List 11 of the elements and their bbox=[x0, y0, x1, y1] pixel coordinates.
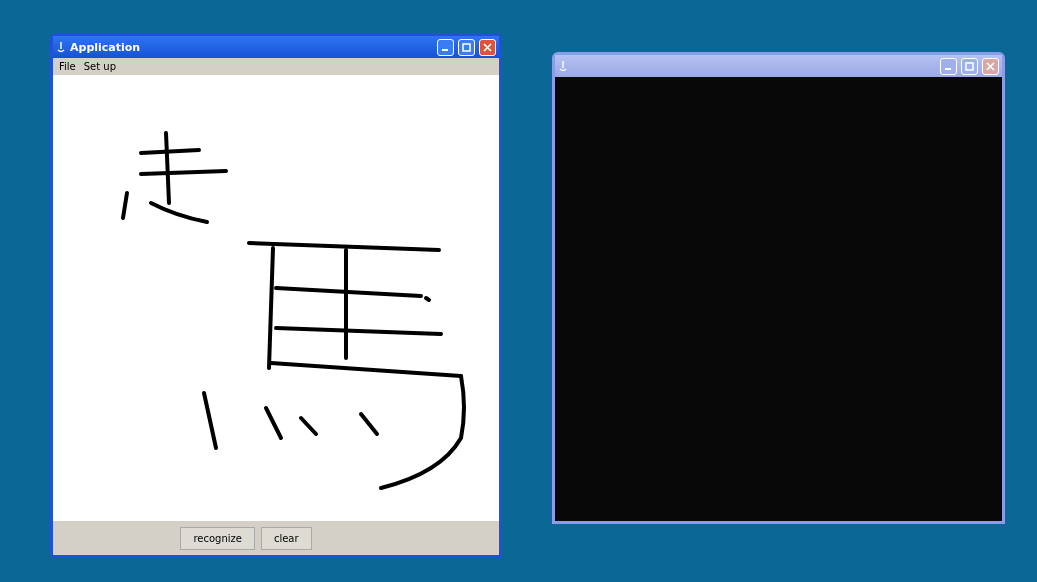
app-icon bbox=[56, 41, 66, 53]
drawing-canvas[interactable] bbox=[53, 75, 499, 521]
window-title: Application bbox=[70, 40, 142, 54]
close-icon[interactable] bbox=[479, 38, 496, 56]
menu-item[interactable]: Set up bbox=[83, 61, 117, 72]
action-button[interactable]: clear bbox=[260, 526, 312, 550]
minimize-icon[interactable] bbox=[437, 38, 454, 56]
menu-item[interactable]: File bbox=[59, 61, 76, 72]
action-button[interactable]: recognize bbox=[180, 526, 255, 550]
maximize-icon[interactable] bbox=[458, 38, 475, 56]
app-icon bbox=[558, 60, 568, 72]
